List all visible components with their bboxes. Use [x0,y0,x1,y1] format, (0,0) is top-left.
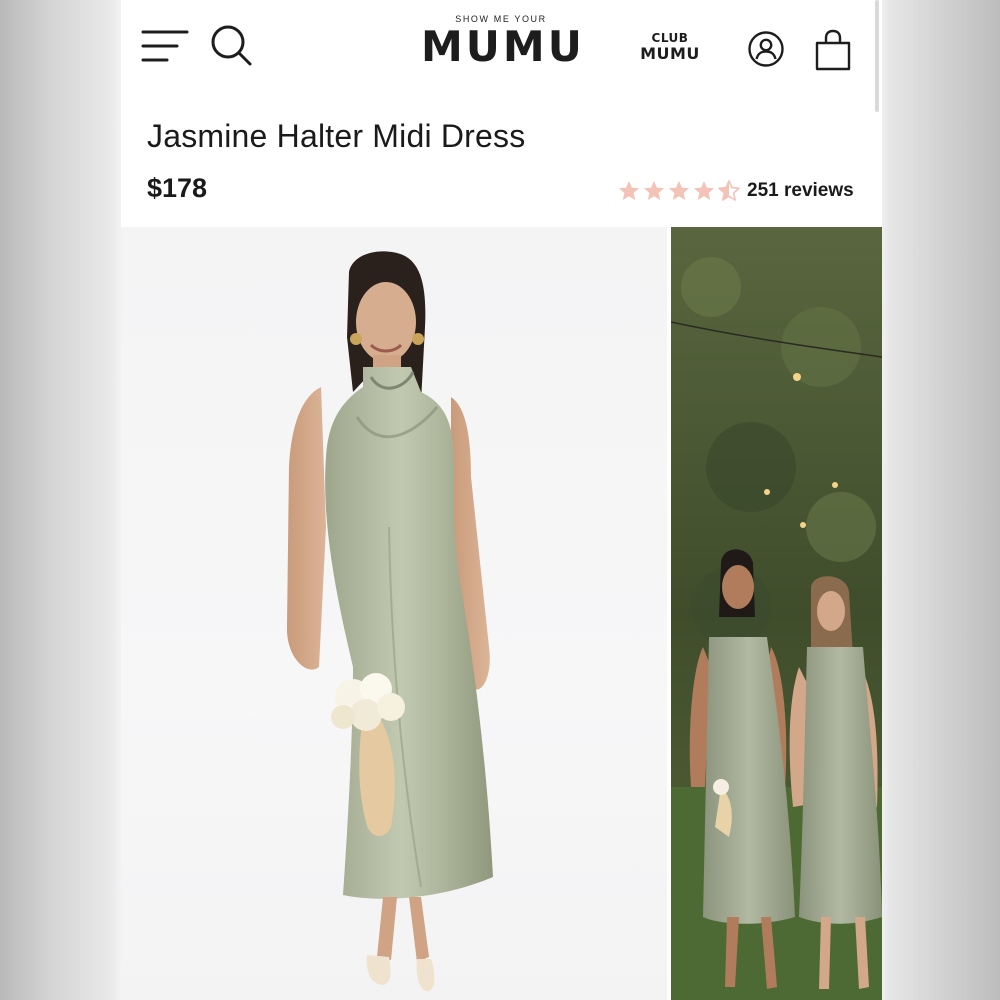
star-icon [644,181,664,200]
star-icon [669,181,689,200]
logo-wordmark: MUMU [421,22,585,71]
search-icon[interactable] [209,23,253,67]
club-label-bottom: MUMU [640,44,700,63]
site-header: SHOW ME YOUR MUMU CLUB MUMU [121,0,882,102]
phone-screen: SHOW ME YOUR MUMU CLUB MUMU Jasmine Halt… [121,0,882,1000]
club-mumu-link[interactable]: CLUB MUMU [637,31,703,62]
lifestyle-product-image[interactable] [671,227,882,1000]
menu-icon[interactable] [141,29,189,65]
star-icon [619,181,639,200]
half-star-icon [718,180,740,201]
club-label-top: CLUB [651,31,689,45]
product-price: $178 [147,173,208,203]
site-logo[interactable]: SHOW ME YOUR MUMU [421,14,585,71]
shopping-bag-icon[interactable] [814,28,852,72]
star-icon [694,181,714,200]
product-rating[interactable]: 251 reviews [617,177,854,205]
account-icon[interactable] [747,30,785,68]
main-product-image[interactable] [121,227,667,1000]
product-title: Jasmine Halter Midi Dress [147,118,526,154]
rating-stars [617,179,741,203]
review-count[interactable]: 251 reviews [747,180,854,202]
